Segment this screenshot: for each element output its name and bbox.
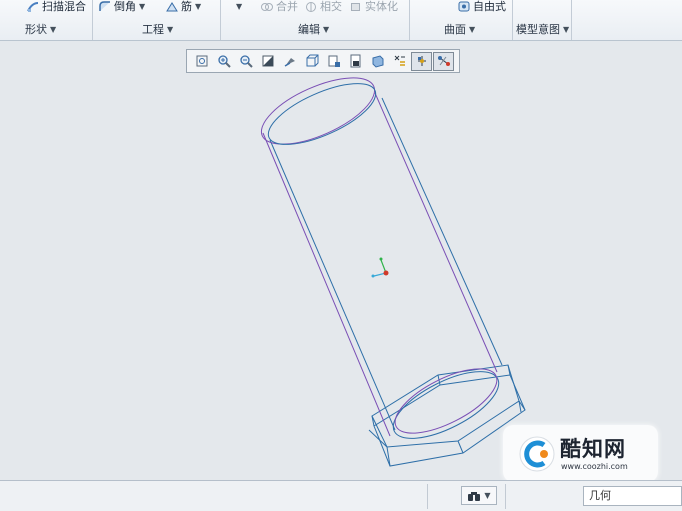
perspective-icon[interactable]	[367, 52, 388, 71]
status-separator	[427, 484, 428, 509]
sweep-blend-button[interactable]: 扫描混合	[27, 0, 86, 13]
chevron-down-icon: ▼	[139, 2, 146, 11]
group-label-model-intent[interactable]: 模型意图 ▼	[516, 23, 569, 37]
chevron-down-icon: ▼	[484, 491, 491, 500]
group-separator	[571, 0, 572, 40]
rib-icon	[166, 1, 178, 12]
group-label-shapes[interactable]: 形状 ▼	[25, 23, 56, 37]
group-label-engineering[interactable]: 工程 ▼	[142, 23, 173, 37]
group-label-editing[interactable]: 编辑 ▼	[298, 23, 329, 37]
merge-button[interactable]: 合并	[261, 0, 298, 13]
watermark-url: www.coozhi.com	[561, 462, 628, 471]
binoculars-icon	[468, 491, 481, 501]
selection-filter-select[interactable]: 几何	[583, 486, 682, 506]
chevron-down-icon: ▼	[167, 25, 174, 34]
csys-icon	[371, 257, 389, 278]
graphics-area[interactable]	[0, 74, 682, 480]
ribbon: 扫描混合 倒角 ▼ 筋 ▼ ▼ 合并 相交 实体化 自由式 形状 ▼ 工程 ▼ …	[0, 0, 682, 41]
nut-bore-edge	[392, 371, 500, 439]
annotation-display-icon[interactable]	[433, 51, 454, 71]
chevron-down-icon: ▼	[50, 25, 57, 34]
spin-center-icon[interactable]	[411, 51, 432, 71]
saved-orientations-icon[interactable]	[323, 52, 344, 71]
intersect-button[interactable]: 相交	[305, 0, 342, 13]
datum-display-icon[interactable]	[389, 52, 410, 71]
display-style-icon[interactable]	[301, 52, 322, 71]
group-separator	[512, 0, 513, 40]
view-manager-icon[interactable]	[345, 52, 366, 71]
watermark-name: 酷知网	[560, 437, 626, 461]
group-separator	[220, 0, 221, 40]
solidify-icon	[350, 1, 362, 12]
freestyle-icon	[458, 1, 470, 12]
merge-icon	[261, 1, 273, 12]
sweep-blend-icon	[27, 1, 39, 12]
intersect-icon	[305, 1, 317, 12]
hex-nut-edges	[368, 364, 526, 467]
chevron-down-icon: ▼	[323, 25, 330, 34]
group-separator	[409, 0, 410, 40]
cylinder-top-edge	[267, 83, 377, 145]
round-icon	[99, 1, 111, 12]
nut-bore-silhouette	[394, 368, 498, 434]
rib-button[interactable]: 筋 ▼	[166, 0, 201, 13]
group-label-surfaces[interactable]: 曲面 ▼	[444, 23, 475, 37]
chevron-down-icon: ▼	[563, 25, 570, 34]
chevron-down-icon: ▼	[469, 25, 476, 34]
find-button[interactable]: ▼	[461, 486, 497, 505]
coozhi-logo-icon	[519, 436, 555, 472]
chevron-down-icon: ▼	[236, 2, 243, 11]
status-separator	[505, 484, 506, 509]
repaint-icon[interactable]	[257, 52, 278, 71]
view-toolbar	[186, 49, 460, 73]
editing-dropdown-button[interactable]: ▼	[236, 0, 242, 13]
zoom-in-icon[interactable]	[213, 52, 234, 71]
round-button[interactable]: 倒角 ▼	[99, 0, 145, 13]
group-separator	[92, 0, 93, 40]
solidify-button[interactable]: 实体化	[350, 0, 398, 13]
reorient-icon[interactable]	[279, 52, 300, 71]
zoom-out-icon[interactable]	[235, 52, 256, 71]
refit-icon[interactable]	[191, 52, 212, 71]
status-bar: ▼ 几何	[0, 480, 682, 511]
watermark: 酷知网 www.coozhi.com	[503, 425, 658, 482]
freestyle-button[interactable]: 自由式	[458, 0, 506, 13]
chevron-down-icon: ▼	[195, 2, 202, 11]
